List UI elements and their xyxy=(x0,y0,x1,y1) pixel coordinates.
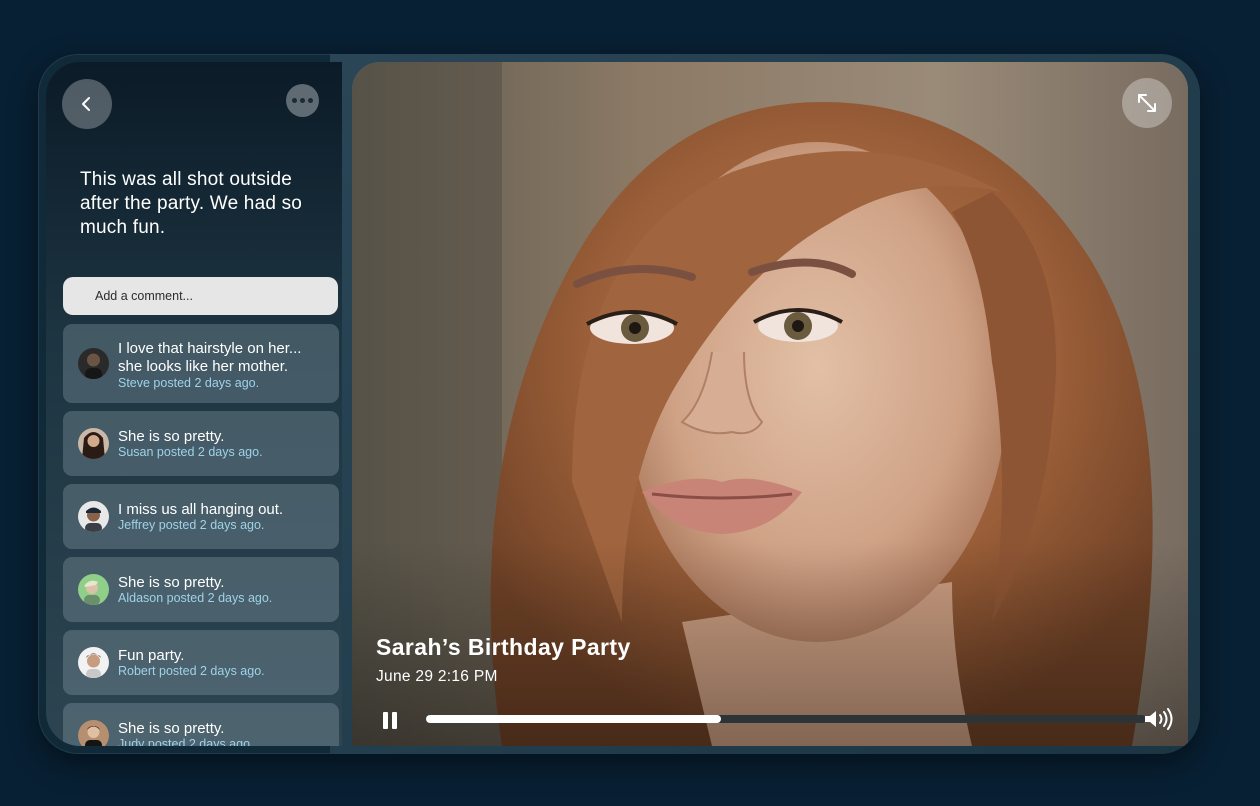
video-progress-bar[interactable] xyxy=(426,715,1146,723)
progress-fill xyxy=(426,715,722,723)
comment-item[interactable]: Fun party. Robert posted 2 days ago. xyxy=(63,630,339,695)
comment-text: I love that hairstyle on her... xyxy=(118,340,302,357)
comment-meta: Jeffrey posted 2 days ago. xyxy=(118,518,265,532)
more-horizontal-icon xyxy=(292,98,313,103)
expand-icon xyxy=(1138,94,1156,112)
avatar xyxy=(78,501,109,532)
avatar xyxy=(78,574,109,605)
comment-text: I miss us all hanging out. xyxy=(118,501,284,518)
post-description: This was all shot outside after the part… xyxy=(80,169,303,238)
pause-icon[interactable] xyxy=(380,710,400,730)
avatar xyxy=(78,720,109,746)
comment-input[interactable] xyxy=(63,277,338,315)
comment-item[interactable]: I miss us all hanging out. Jeffrey poste… xyxy=(63,484,339,549)
app-window: This was all shot outside after the part… xyxy=(38,54,1200,754)
video-date: June 29 2:16 PM xyxy=(376,668,498,685)
media-viewer: Sarah’s Birthday Party June 29 2:16 PM xyxy=(352,62,1188,746)
comment-meta: Steve posted 2 days ago. xyxy=(118,376,260,390)
avatar xyxy=(78,428,109,459)
comment-text: She is so pretty. xyxy=(118,428,225,445)
video-title: Sarah’s Birthday Party xyxy=(376,634,631,660)
chevron-left-icon xyxy=(82,97,90,111)
comment-item[interactable]: She is so pretty. Aldason posted 2 days … xyxy=(63,557,339,622)
fullscreen-button[interactable] xyxy=(1122,78,1172,128)
comment-meta: Aldason posted 2 days ago. xyxy=(118,591,273,605)
comment-text: She is so pretty. xyxy=(118,720,225,737)
more-options-button[interactable] xyxy=(286,84,319,117)
comment-item[interactable]: She is so pretty. Susan posted 2 days ag… xyxy=(63,411,339,476)
avatar xyxy=(78,348,109,379)
comment-meta: Robert posted 2 days ago. xyxy=(118,664,265,678)
comment-text: Fun party. xyxy=(118,647,185,664)
back-button[interactable] xyxy=(62,79,112,129)
comment-item[interactable]: I love that hairstyle on her... she look… xyxy=(63,324,339,403)
avatar xyxy=(78,647,109,678)
comment-meta: Judy posted 2 days ago. xyxy=(118,737,254,746)
comment-meta: Susan posted 2 days ago. xyxy=(118,445,263,459)
volume-icon[interactable] xyxy=(1144,708,1174,730)
comments-sidebar: This was all shot outside after the part… xyxy=(46,62,342,746)
comment-item[interactable]: She is so pretty. Judy posted 2 days ago… xyxy=(63,703,339,746)
comment-text: She is so pretty. xyxy=(118,574,225,591)
comments-list: I love that hairstyle on her... she look… xyxy=(63,324,339,746)
comment-text-line2: she looks like her mother. xyxy=(118,358,289,375)
